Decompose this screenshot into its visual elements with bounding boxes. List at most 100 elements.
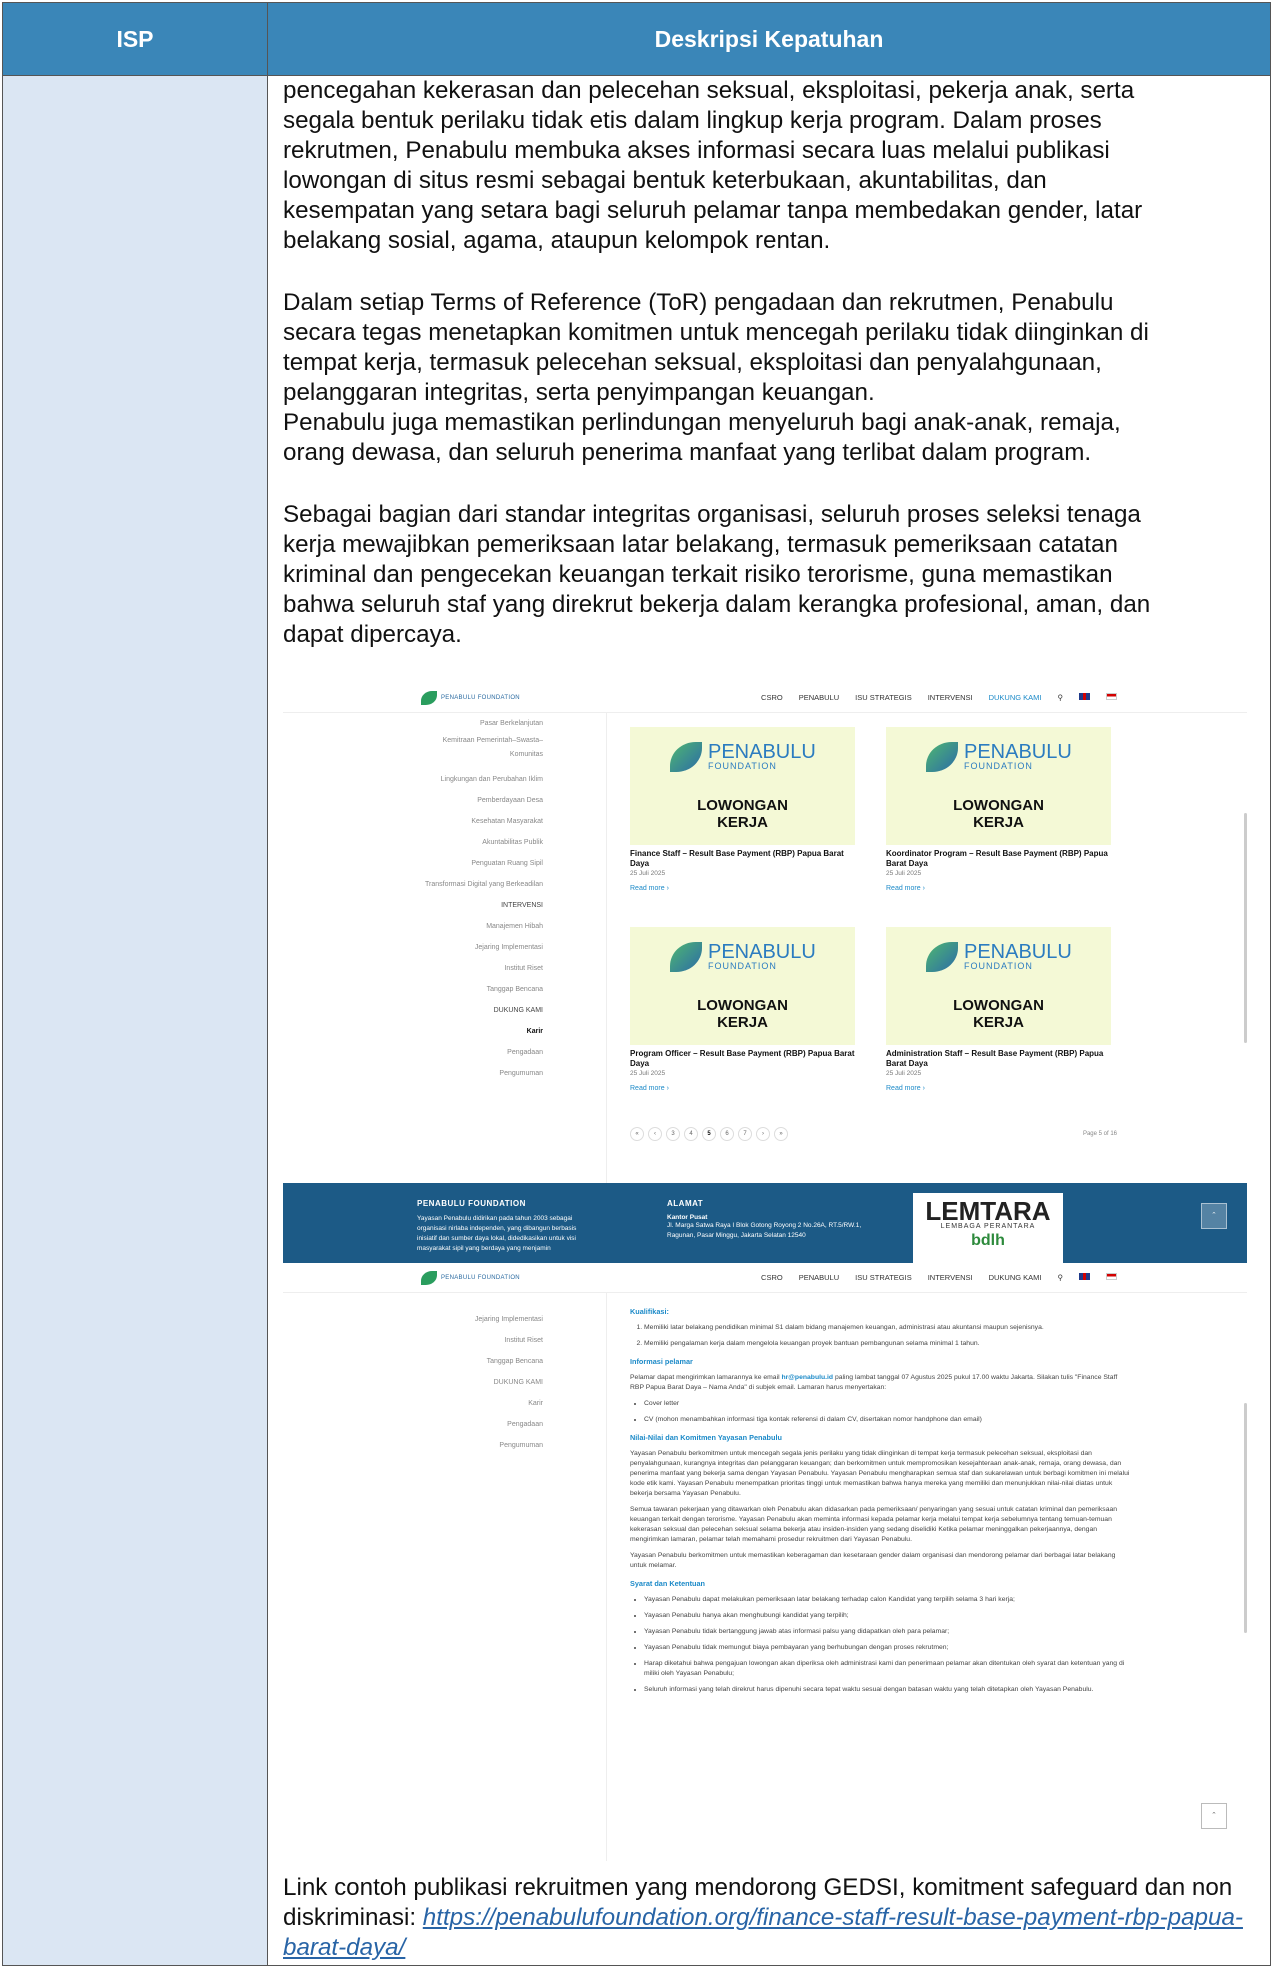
read-more-link[interactable]: Read more › bbox=[886, 885, 1111, 892]
side-menu-item[interactable]: Kesehatan Masyarakat bbox=[283, 811, 576, 832]
screenshot-job-detail: PENABULU FOUNDATION CSRO PENABULU ISU ST… bbox=[283, 1263, 1247, 1861]
nav-link-penabulu[interactable]: PENABULU bbox=[799, 1273, 839, 1282]
side-menu-item[interactable]: Transformasi Digital yang Berkeadilan bbox=[283, 874, 576, 895]
side-menu-heading[interactable]: DUKUNG KAMI bbox=[283, 1000, 576, 1021]
page-next-button[interactable]: › bbox=[756, 1127, 770, 1141]
side-menu-heading[interactable]: INTERVENSI bbox=[283, 895, 576, 916]
top-nav: PENABULU FOUNDATION CSRO PENABULU ISU ST… bbox=[283, 1263, 1247, 1293]
side-menu-item-karir[interactable]: Karir bbox=[283, 1393, 576, 1414]
nav-link-penabulu[interactable]: PENABULU bbox=[799, 693, 839, 702]
email-link[interactable]: hr@penabulu.id bbox=[782, 1374, 834, 1381]
page-first-button[interactable]: « bbox=[630, 1127, 644, 1141]
side-menu-item[interactable]: Akuntabilitas Publik bbox=[283, 832, 576, 853]
list-item: Yayasan Penabulu dapat melakukan pemerik… bbox=[644, 1595, 1130, 1605]
lk-line: KERJA bbox=[973, 1014, 1024, 1031]
job-title[interactable]: Program Officer – Result Base Payment (R… bbox=[630, 1049, 855, 1069]
uk-flag-icon[interactable] bbox=[1079, 1273, 1090, 1280]
job-card[interactable]: PENABULU FOUNDATION LOWONGAN KERJA Finance… bbox=[630, 727, 855, 892]
text-line: Sebagai bagian dari standar integritas o… bbox=[283, 501, 1141, 528]
text-line: kesempatan yang setara bagi seluruh pela… bbox=[283, 197, 1143, 224]
section-heading-syarat: Syarat dan Ketentuan bbox=[630, 1579, 706, 1588]
job-card[interactable]: PENABULU FOUNDATION LOWONGAN KERJA Program… bbox=[630, 927, 855, 1092]
uk-flag-icon[interactable] bbox=[1079, 693, 1090, 700]
side-menu-item[interactable]: Komunitas bbox=[283, 748, 576, 762]
side-menu-item[interactable]: Jejaring Implementasi bbox=[283, 937, 576, 958]
job-title[interactable]: Finance Staff – Result Base Payment (RBP… bbox=[630, 849, 855, 869]
nav-link-csro[interactable]: CSRO bbox=[761, 1273, 783, 1282]
text-line: orang dewasa, dan seluruh penerima manfa… bbox=[283, 439, 1092, 466]
side-menu-item[interactable]: Tanggap Bencana bbox=[283, 1351, 576, 1372]
nav-link-isu-strategis[interactable]: ISU STRATEGIS bbox=[855, 693, 912, 702]
lemtara-logo: LEMTARA LEMBAGA PERANTARA bdlh bbox=[913, 1193, 1063, 1263]
site-logo[interactable]: PENABULU FOUNDATION bbox=[421, 691, 520, 705]
page-button[interactable]: 4 bbox=[684, 1127, 698, 1141]
recruitment-link[interactable]: https://penabulufoundation.org/finance-s… bbox=[283, 1904, 1243, 1961]
page-last-button[interactable]: » bbox=[774, 1127, 788, 1141]
feather-icon bbox=[926, 942, 958, 972]
nav-link-intervensi[interactable]: INTERVENSI bbox=[928, 693, 973, 702]
list-item: Cover letter bbox=[644, 1399, 1130, 1409]
nav-links: CSRO PENABULU ISU STRATEGIS INTERVENSI D… bbox=[761, 693, 1117, 702]
lowongan-label: LOWONGAN KERJA bbox=[886, 797, 1111, 831]
id-flag-icon[interactable] bbox=[1106, 693, 1117, 700]
job-card[interactable]: PENABULU FOUNDATION LOWONGAN KERJA Adminis… bbox=[886, 927, 1111, 1092]
isp-column bbox=[3, 75, 268, 1965]
read-more-link[interactable]: Read more › bbox=[630, 1085, 855, 1092]
side-menu-item[interactable]: Institut Riset bbox=[283, 958, 576, 979]
side-menu-item[interactable]: Pemberdayaan Desa bbox=[283, 790, 576, 811]
side-menu-item[interactable]: Pasar Berkelanjutan bbox=[283, 713, 576, 734]
side-menu-item[interactable]: Pengumuman bbox=[283, 1435, 576, 1456]
logo-text: PENABULU FOUNDATION bbox=[441, 695, 520, 701]
scrollbar[interactable] bbox=[1244, 813, 1247, 1043]
job-title[interactable]: Koordinator Program – Result Base Paymen… bbox=[886, 849, 1111, 869]
side-menu-item[interactable]: Pengadaan bbox=[283, 1042, 576, 1063]
page-button[interactable]: 6 bbox=[720, 1127, 734, 1141]
search-icon[interactable]: ⚲ bbox=[1058, 1273, 1064, 1282]
job-date: 25 Juli 2025 bbox=[886, 1070, 922, 1077]
lk-line: LOWONGAN bbox=[697, 997, 788, 1014]
page-button-current[interactable]: 5 bbox=[702, 1127, 716, 1141]
nav-link-csro[interactable]: CSRO bbox=[761, 693, 783, 702]
side-menu-item[interactable]: Pengadaan bbox=[283, 1414, 576, 1435]
side-menu-item[interactable]: Lingkungan dan Perubahan Iklim bbox=[283, 769, 576, 790]
side-menu-item[interactable]: Institut Riset bbox=[283, 1330, 576, 1351]
side-menu-item[interactable]: Penguatan Ruang Sipil bbox=[283, 853, 576, 874]
back-to-top-button[interactable]: ˆ bbox=[1201, 1203, 1227, 1229]
footer-address-text: Jl. Marga Satwa Raya I Blok Gotong Royon… bbox=[667, 1222, 862, 1239]
side-menu-item[interactable]: Tanggap Bencana bbox=[283, 979, 576, 1000]
footer-address: ALAMAT Kantor Pusat Jl. Marga Satwa Raya… bbox=[667, 1199, 867, 1241]
read-more-link[interactable]: Read more › bbox=[630, 885, 855, 892]
footer-address-title: ALAMAT bbox=[667, 1199, 704, 1208]
list-item: Yayasan Penabulu tidak memungut biaya pe… bbox=[644, 1643, 1130, 1653]
id-flag-icon[interactable] bbox=[1106, 1273, 1117, 1280]
brand-name: PENABULU bbox=[964, 741, 1072, 763]
side-menu-item[interactable]: Pengumuman bbox=[283, 1063, 576, 1084]
lemtara-text: LEMTARA bbox=[925, 1196, 1051, 1226]
lowongan-label: LOWONGAN KERJA bbox=[630, 797, 855, 831]
page-button[interactable]: 3 bbox=[666, 1127, 680, 1141]
page-button[interactable]: 7 bbox=[738, 1127, 752, 1141]
side-menu-item[interactable]: Kemitraan Pemerintah–Swasta– bbox=[283, 734, 576, 748]
job-card[interactable]: PENABULU FOUNDATION LOWONGAN KERJA Koordin… bbox=[886, 727, 1111, 892]
site-logo[interactable]: PENABULU FOUNDATION bbox=[421, 1271, 520, 1285]
text-line: Penabulu juga memastikan perlindungan me… bbox=[283, 409, 1121, 436]
search-icon[interactable]: ⚲ bbox=[1058, 693, 1064, 702]
job-date: 25 Juli 2025 bbox=[630, 1070, 666, 1077]
page-prev-button[interactable]: ‹ bbox=[648, 1127, 662, 1141]
back-to-top-button[interactable]: ˆ bbox=[1201, 1803, 1227, 1829]
side-menu-item-karir[interactable]: Karir bbox=[283, 1021, 576, 1042]
side-menu-heading[interactable]: DUKUNG KAMI bbox=[283, 1372, 576, 1393]
job-title[interactable]: Administration Staff – Result Base Payme… bbox=[886, 1049, 1111, 1069]
nav-link-isu-strategis[interactable]: ISU STRATEGIS bbox=[855, 1273, 912, 1282]
side-menu-item[interactable]: Manajemen Hibah bbox=[283, 916, 576, 937]
lk-line: KERJA bbox=[717, 814, 768, 831]
nav-link-dukung-kami[interactable]: DUKUNG KAMI bbox=[989, 693, 1042, 702]
read-more-link[interactable]: Read more › bbox=[886, 1085, 1111, 1092]
job-thumbnail: PENABULU FOUNDATION LOWONGAN KERJA bbox=[886, 727, 1111, 845]
nilai-paragraph: Semua tawaran pekerjaan yang ditawarkan … bbox=[630, 1506, 1118, 1543]
penabulu-logo: PENABULU FOUNDATION bbox=[926, 942, 1072, 972]
nav-link-dukung-kami[interactable]: DUKUNG KAMI bbox=[989, 1273, 1042, 1282]
scrollbar[interactable] bbox=[1244, 1403, 1247, 1633]
nav-link-intervensi[interactable]: INTERVENSI bbox=[928, 1273, 973, 1282]
side-menu-item[interactable]: Jejaring Implementasi bbox=[283, 1309, 576, 1330]
